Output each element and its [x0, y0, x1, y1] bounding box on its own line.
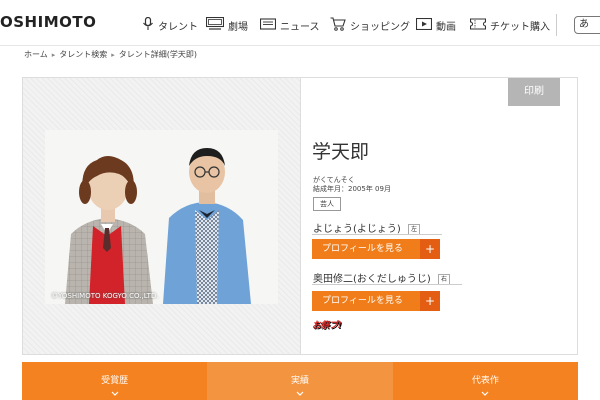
nav-divider	[556, 14, 557, 36]
chevron-down-icon	[111, 391, 119, 396]
talent-formed-date: 結成年月：2005年 09月	[313, 185, 391, 193]
category-tag[interactable]: 芸人	[313, 197, 341, 211]
nav-ticket[interactable]: チケット購入	[469, 16, 550, 34]
language-button[interactable]: あ	[574, 16, 600, 34]
member-1-profile-label: プロフィールを見る	[322, 244, 403, 254]
tab-representative-works[interactable]: 代表作	[392, 362, 578, 400]
tab-awards[interactable]: 受賞歴	[22, 362, 208, 400]
nav-news-label: ニュース	[280, 21, 320, 33]
chevron-down-icon	[481, 391, 489, 396]
member-1-profile-button[interactable]: プロフィールを見る +	[312, 239, 440, 259]
print-button[interactable]: 印刷	[508, 78, 560, 106]
breadcrumb-talent-search[interactable]: タレント検索	[59, 49, 107, 60]
nav-news[interactable]: ニュース	[259, 16, 320, 34]
member-1-name-row: よじょう(よじょう) 左	[313, 220, 421, 235]
plus-icon: +	[420, 291, 440, 311]
member-2-side-badge: 右	[438, 273, 451, 285]
member-2-profile-button[interactable]: プロフィールを見る +	[312, 291, 440, 311]
nav-talent[interactable]: タレント	[142, 16, 198, 34]
tab-awards-label: 受賞歴	[101, 376, 129, 386]
member-2-divider	[312, 284, 462, 285]
photo-panel: ©YOSHIMOTO KOGYO CO.,LTD.	[23, 78, 301, 354]
member-2-name-row: 奥田修二(おくだしゅうじ) 右	[313, 270, 451, 285]
tab-achievements-label: 実績	[290, 376, 309, 386]
talent-name: 学天即	[312, 141, 370, 163]
photo-copyright: ©YOSHIMOTO KOGYO CO.,LTD.	[51, 292, 159, 300]
chevron-right-icon: ▸	[111, 50, 115, 59]
nav-theater-label: 劇場	[228, 21, 248, 33]
nav-theater[interactable]: 劇場	[205, 16, 248, 34]
microphone-icon	[142, 16, 154, 34]
site-logo[interactable]: OSHIMOTO	[0, 13, 96, 31]
site-header: OSHIMOTO タレント 劇場 ニュース ショッピング 動画 チケット購入 あ	[0, 0, 600, 46]
news-icon	[259, 17, 277, 33]
talent-card: ©YOSHIMOTO KOGYO CO.,LTD.	[22, 77, 578, 355]
member-1-side-badge: 左	[408, 223, 421, 235]
breadcrumb: ホーム ▸ タレント検索 ▸ タレント詳細(学天即)	[24, 49, 197, 60]
nav-video-label: 動画	[436, 21, 456, 33]
plus-icon: +	[420, 239, 440, 259]
omatsuri-logo[interactable]: お祭ブ!	[312, 318, 354, 334]
member-2-profile-label: プロフィールを見る	[322, 296, 403, 306]
tab-representative-works-label: 代表作	[471, 376, 499, 386]
breadcrumb-current: タレント詳細(学天即)	[118, 50, 198, 59]
nav-talent-label: タレント	[158, 21, 198, 33]
nav-shopping[interactable]: ショッピング	[330, 16, 410, 34]
nav-video[interactable]: 動画	[415, 16, 456, 34]
detail-tabs: 受賞歴 実績 代表作	[22, 362, 578, 400]
ticket-icon	[469, 17, 487, 33]
breadcrumb-home[interactable]: ホーム	[24, 49, 48, 60]
video-icon	[415, 17, 433, 33]
talent-photo: ©YOSHIMOTO KOGYO CO.,LTD.	[45, 130, 278, 304]
chevron-down-icon	[296, 391, 304, 396]
nav-ticket-label: チケット購入	[490, 21, 550, 33]
nav-shopping-label: ショッピング	[350, 21, 410, 33]
member-1-divider	[312, 234, 442, 235]
theater-icon	[205, 16, 225, 34]
chevron-right-icon: ▸	[51, 50, 56, 59]
cart-icon	[330, 16, 346, 34]
tab-achievements[interactable]: 実績	[207, 362, 393, 400]
